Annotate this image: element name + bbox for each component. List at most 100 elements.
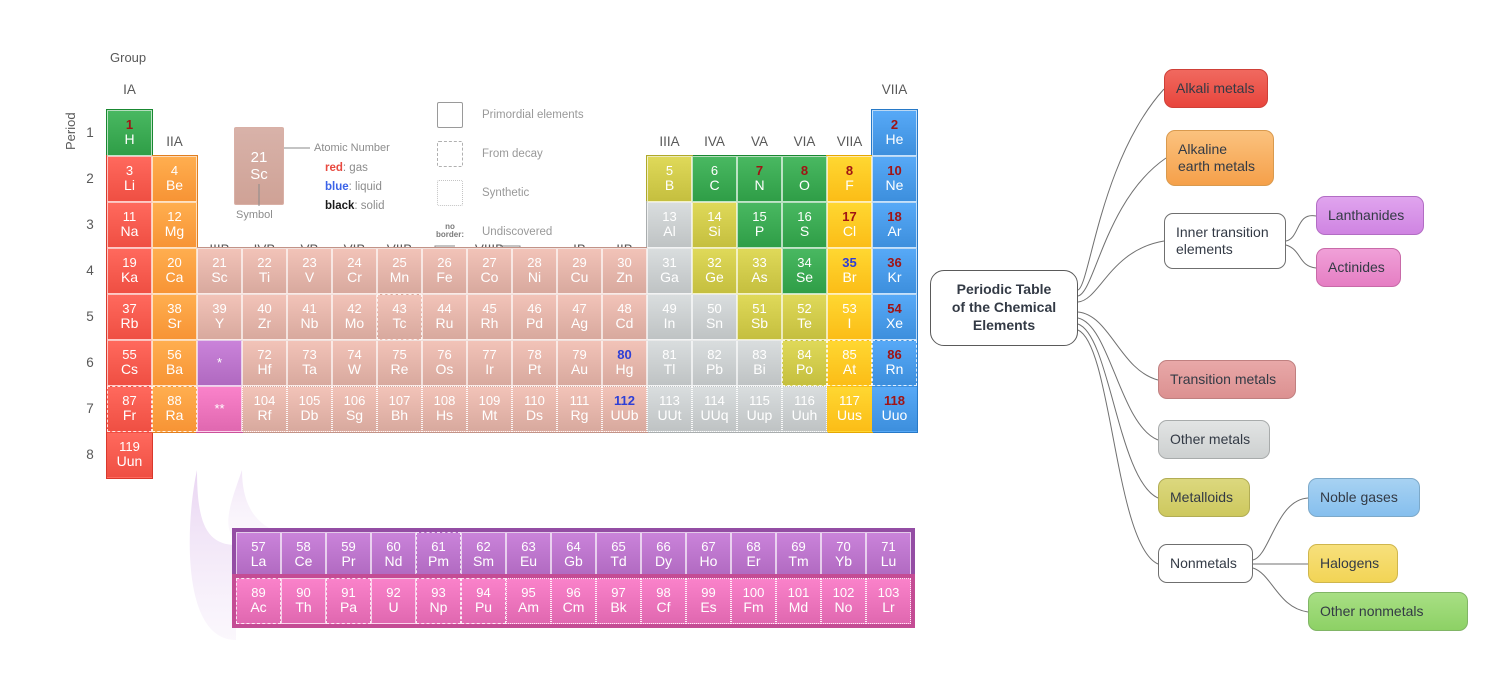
element-cell-No[interactable]: 102 No — [821, 578, 866, 624]
element-cell-Pu[interactable]: 94 Pu — [461, 578, 506, 624]
element-cell-Co[interactable]: 27 Co — [467, 248, 512, 294]
element-cell-Fe[interactable]: 26 Fe — [422, 248, 467, 294]
element-cell-Sg[interactable]: 106 Sg — [332, 386, 377, 432]
element-cell-Dy[interactable]: 66 Dy — [641, 532, 686, 578]
mindmap-node-transition[interactable]: Transition metals — [1158, 360, 1296, 399]
element-cell-UUq[interactable]: 114 UUq — [692, 386, 737, 432]
element-cell-Ni[interactable]: 28 Ni — [512, 248, 557, 294]
element-cell-N[interactable]: 7N — [737, 156, 782, 202]
element-cell-Uuh[interactable]: 116 Uuh — [782, 386, 827, 432]
element-cell-In[interactable]: 49 In — [647, 294, 692, 340]
element-cell-Es[interactable]: 99 Es — [686, 578, 731, 624]
element-cell-B[interactable]: 5B — [647, 156, 692, 202]
element-cell-Tc[interactable]: 43 Tc — [377, 294, 422, 340]
element-cell-Ca[interactable]: 20 Ca — [152, 248, 197, 294]
element-cell-Tm[interactable]: 69 Tm — [776, 532, 821, 578]
element-cell-H[interactable]: 1H — [107, 110, 152, 156]
element-cell-Si[interactable]: 14 Si — [692, 202, 737, 248]
element-cell-Hf[interactable]: 72 Hf — [242, 340, 287, 386]
element-cell-Bi[interactable]: 83 Bi — [737, 340, 782, 386]
element-cell-Ka[interactable]: 19 Ka — [107, 248, 152, 294]
element-cell-Ac[interactable]: 89 Ac — [236, 578, 281, 624]
element-cell-Ir[interactable]: 77 Ir — [467, 340, 512, 386]
element-cell-Gb[interactable]: 64 Gb — [551, 532, 596, 578]
element-cell-F[interactable]: 8F — [827, 156, 872, 202]
element-cell-Cd[interactable]: 48 Cd — [602, 294, 647, 340]
element-cell-Lr[interactable]: 103 Lr — [866, 578, 911, 624]
element-cell-Pa[interactable]: 91 Pa — [326, 578, 371, 624]
element-cell-P[interactable]: 15 P — [737, 202, 782, 248]
element-cell-C[interactable]: 6C — [692, 156, 737, 202]
element-cell-Cf[interactable]: 98 Cf — [641, 578, 686, 624]
element-cell-W[interactable]: 74 W — [332, 340, 377, 386]
element-cell-S[interactable]: 16 S — [782, 202, 827, 248]
element-cell-He[interactable]: 2 He — [872, 110, 917, 156]
element-cell-Ta[interactable]: 73 Ta — [287, 340, 332, 386]
element-cell-Ga[interactable]: 31 Ga — [647, 248, 692, 294]
element-cell-Cr[interactable]: 24 Cr — [332, 248, 377, 294]
element-cell-Cm[interactable]: 96 Cm — [551, 578, 596, 624]
element-cell-La[interactable]: 57 La — [236, 532, 281, 578]
mindmap-node-lanthanides[interactable]: Lanthanides — [1316, 196, 1424, 235]
element-cell-Pb[interactable]: 82 Pb — [692, 340, 737, 386]
element-cell-Sn[interactable]: 50 Sn — [692, 294, 737, 340]
element-cell-Rg[interactable]: 111 Rg — [557, 386, 602, 432]
element-cell-I[interactable]: 53 I — [827, 294, 872, 340]
element-cell-Li[interactable]: 3 Li — [107, 156, 152, 202]
element-cell-**[interactable]: ** — [197, 386, 242, 432]
element-cell-Rf[interactable]: 104 Rf — [242, 386, 287, 432]
mindmap-node-halogens[interactable]: Halogens — [1308, 544, 1398, 583]
element-cell-Yb[interactable]: 70 Yb — [821, 532, 866, 578]
element-cell-Cu[interactable]: 29 Cu — [557, 248, 602, 294]
element-cell-Sr[interactable]: 38 Sr — [152, 294, 197, 340]
element-cell-Uup[interactable]: 115 Uup — [737, 386, 782, 432]
mindmap-node-nonmetals[interactable]: Nonmetals — [1158, 544, 1253, 583]
element-cell-Eu[interactable]: 63 Eu — [506, 532, 551, 578]
element-cell-Kr[interactable]: 36 Kr — [872, 248, 917, 294]
element-cell-Nb[interactable]: 41 Nb — [287, 294, 332, 340]
element-cell-Br[interactable]: 35 Br — [827, 248, 872, 294]
element-cell-O[interactable]: 8O — [782, 156, 827, 202]
element-cell-Ge[interactable]: 32 Ge — [692, 248, 737, 294]
element-cell-UUb[interactable]: 112 UUb — [602, 386, 647, 432]
element-cell-Ho[interactable]: 67 Ho — [686, 532, 731, 578]
element-cell-Se[interactable]: 34 Se — [782, 248, 827, 294]
mindmap-node-othernonmetals[interactable]: Other nonmetals — [1308, 592, 1468, 631]
element-cell-At[interactable]: 85 At — [827, 340, 872, 386]
element-cell-Rn[interactable]: 86 Rn — [872, 340, 917, 386]
element-cell-Nd[interactable]: 60 Nd — [371, 532, 416, 578]
element-cell-V[interactable]: 23 V — [287, 248, 332, 294]
element-cell-Mt[interactable]: 109 Mt — [467, 386, 512, 432]
element-cell-Re[interactable]: 75 Re — [377, 340, 422, 386]
element-cell-Sb[interactable]: 51 Sb — [737, 294, 782, 340]
element-cell-Uuo[interactable]: 118 Uuo — [872, 386, 917, 432]
element-cell-Pt[interactable]: 78 Pt — [512, 340, 557, 386]
element-cell-Rh[interactable]: 45 Rh — [467, 294, 512, 340]
element-cell-Db[interactable]: 105 Db — [287, 386, 332, 432]
element-cell-As[interactable]: 33 As — [737, 248, 782, 294]
element-cell-Md[interactable]: 101 Md — [776, 578, 821, 624]
element-cell-Bk[interactable]: 97 Bk — [596, 578, 641, 624]
mindmap-node-actinides[interactable]: Actinides — [1316, 248, 1401, 287]
element-cell-*[interactable]: * — [197, 340, 242, 386]
element-cell-Mo[interactable]: 42 Mo — [332, 294, 377, 340]
element-cell-Sc[interactable]: 21 Sc — [197, 248, 242, 294]
element-cell-Na[interactable]: 11 Na — [107, 202, 152, 248]
mindmap-node-metalloids[interactable]: Metalloids — [1158, 478, 1250, 517]
element-cell-Xe[interactable]: 54 Xe — [872, 294, 917, 340]
element-cell-Ra[interactable]: 88 Ra — [152, 386, 197, 432]
element-cell-Po[interactable]: 84 Po — [782, 340, 827, 386]
mindmap-node-alkaline[interactable]: Alkaline earth metals — [1166, 130, 1274, 186]
element-cell-Rb[interactable]: 37 Rb — [107, 294, 152, 340]
element-cell-Au[interactable]: 79 Au — [557, 340, 602, 386]
element-cell-Be[interactable]: 4 Be — [152, 156, 197, 202]
element-cell-Al[interactable]: 13 Al — [647, 202, 692, 248]
element-cell-Pd[interactable]: 46 Pd — [512, 294, 557, 340]
element-cell-Th[interactable]: 90 Th — [281, 578, 326, 624]
element-cell-Lu[interactable]: 71 Lu — [866, 532, 911, 578]
element-cell-Fr[interactable]: 87 Fr — [107, 386, 152, 432]
element-cell-Mn[interactable]: 25 Mn — [377, 248, 422, 294]
element-cell-Zn[interactable]: 30 Zn — [602, 248, 647, 294]
element-cell-Ar[interactable]: 18 Ar — [872, 202, 917, 248]
element-cell-Mg[interactable]: 12 Mg — [152, 202, 197, 248]
